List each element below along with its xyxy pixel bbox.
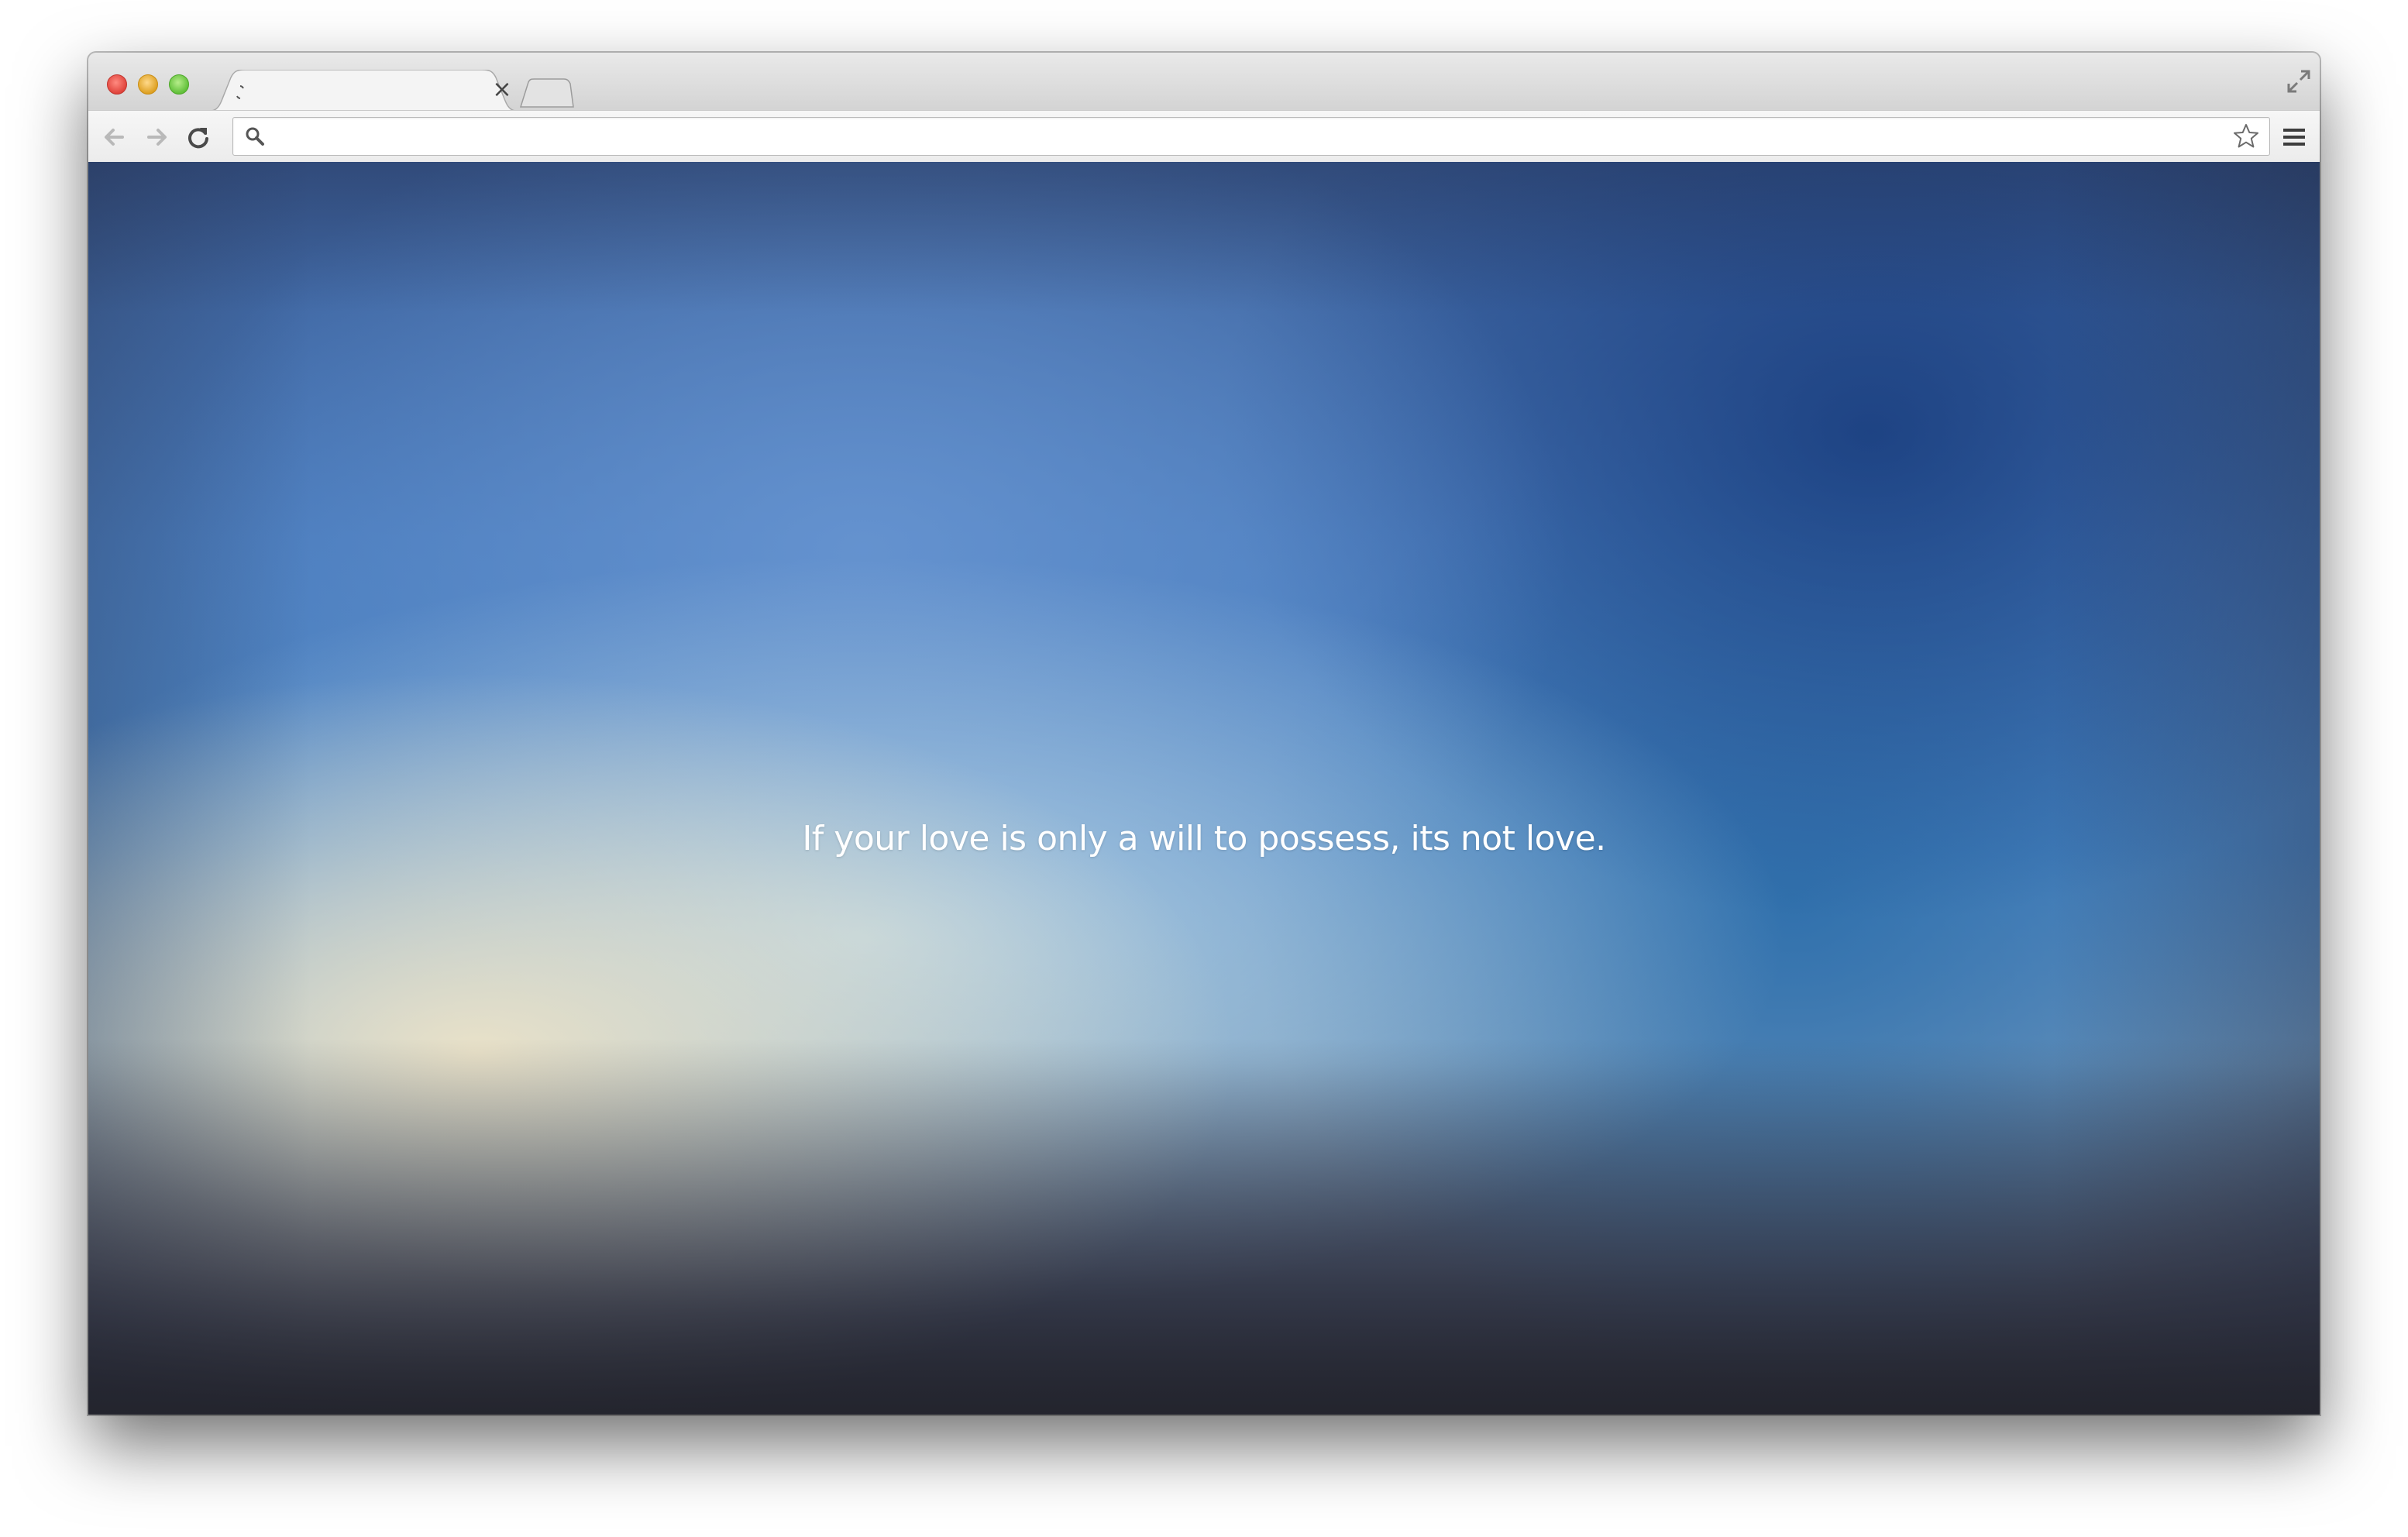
fullscreen-icon[interactable] [2286,68,2312,95]
quote-text: If your love is only a will to possess, … [802,819,1606,858]
tab-close-icon[interactable]: × [491,78,513,101]
browser-toolbar [88,110,2320,163]
reload-button[interactable] [183,122,214,153]
loading-spinner-icon [236,84,245,99]
search-icon [244,126,266,147]
address-bar[interactable] [232,117,2270,156]
back-button[interactable] [99,122,130,153]
tab-shape [205,70,522,112]
window-zoom-button[interactable] [169,74,189,95]
tab-strip: × [88,53,2320,112]
reload-icon [188,128,208,149]
window-close-button[interactable] [107,74,127,95]
page-viewport: If your love is only a will to possess, … [88,162,2320,1415]
browser-window: × If your love is only a will to possess… [88,53,2320,1415]
back-arrow-icon [105,129,124,146]
tab-active[interactable]: × [205,70,522,112]
hamburger-menu-icon[interactable] [2281,125,2307,150]
new-tab-button[interactable] [516,77,578,108]
forward-arrow-icon [147,129,167,146]
window-minimize-button[interactable] [138,74,158,95]
address-input[interactable] [273,118,2214,155]
forward-button[interactable] [141,122,172,153]
bookmark-star-icon[interactable] [2232,122,2260,150]
